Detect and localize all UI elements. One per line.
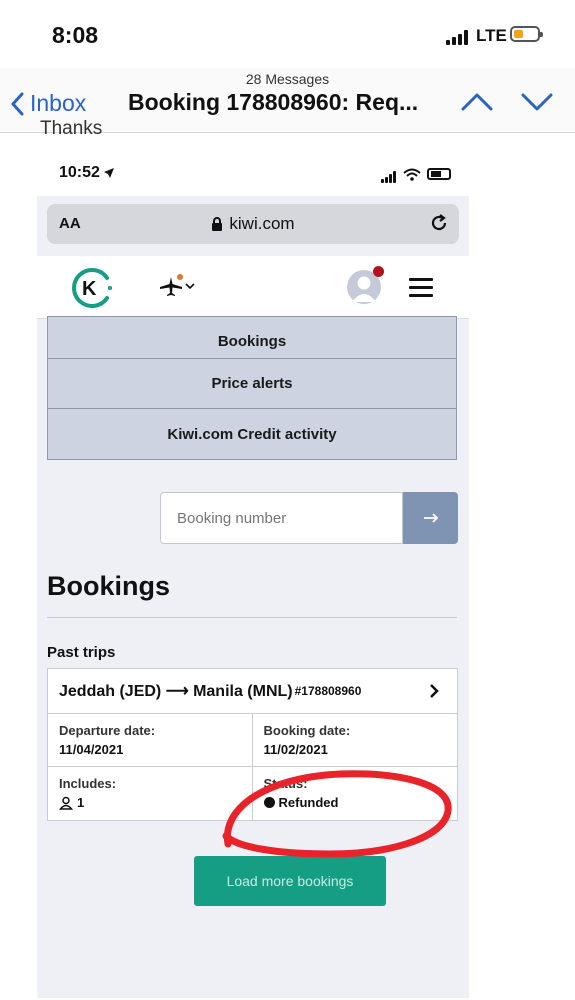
booking-number-input[interactable] <box>160 492 403 544</box>
travel-mode-selector[interactable] <box>159 274 195 296</box>
menu-credit-activity[interactable]: Kiwi.com Credit activity <box>47 408 457 460</box>
menu-price-alerts[interactable]: Price alerts <box>47 358 457 409</box>
inner-status-bar: 10:52 <box>37 146 469 196</box>
inner-signal-icon <box>381 165 397 183</box>
email-body-text: Thanks <box>40 118 103 136</box>
departure-date-value: 11/04/2021 <box>59 742 124 757</box>
status-time: 8:08 <box>52 22 99 48</box>
chevron-down-icon <box>185 283 195 289</box>
lock-icon <box>212 216 223 231</box>
reload-icon[interactable] <box>429 213 449 233</box>
annotation-circle <box>222 770 452 858</box>
inner-battery-icon <box>427 168 451 180</box>
browser-domain: kiwi.com <box>229 214 295 233</box>
location-arrow-icon <box>103 168 114 178</box>
search-submit-button[interactable] <box>403 492 458 544</box>
previous-message-button[interactable] <box>460 92 494 117</box>
section-title: Past trips <box>47 644 116 661</box>
chevron-left-icon <box>11 92 24 115</box>
hamburger-menu-icon[interactable] <box>409 278 433 302</box>
page-title: Bookings <box>47 571 171 601</box>
includes-value: 1 <box>77 795 85 810</box>
departure-date-cell: Departure date: 11/04/2021 <box>48 714 253 767</box>
chevron-down-icon <box>521 93 553 111</box>
network-label: LTE <box>476 26 507 45</box>
booking-date-cell: Booking date: 11/02/2021 <box>252 714 457 767</box>
signal-icon <box>446 29 472 45</box>
kiwi-logo[interactable]: K <box>69 266 113 310</box>
inbox-back-label: Inbox <box>30 90 87 116</box>
notification-badge <box>373 266 384 277</box>
booking-date-label: Booking date: <box>263 723 351 738</box>
mail-subject: Booking 178808960: Req... <box>128 89 419 115</box>
trip-route-row[interactable]: Jeddah (JED) ⟶ Manila (MNL) #178808960 <box>48 669 457 714</box>
departure-date-label: Departure date: <box>59 723 156 738</box>
notification-dot <box>177 274 183 280</box>
includes-label: Includes: <box>59 776 117 791</box>
embedded-screenshot: 10:52 AA kiwi.com K Bookings Price alert… <box>37 146 469 998</box>
battery-icon <box>510 26 543 42</box>
next-message-button[interactable] <box>520 92 554 117</box>
passenger-icon <box>59 796 73 810</box>
wifi-icon <box>403 168 421 181</box>
inner-status-time: 10:52 <box>59 164 100 181</box>
booking-date-value: 11/02/2021 <box>263 742 328 757</box>
chevron-up-icon <box>461 93 493 111</box>
divider <box>47 617 457 618</box>
trip-route: Jeddah (JED) ⟶ Manila (MNL) <box>59 683 293 700</box>
kiwi-logo-letter: K <box>82 278 97 300</box>
arrow-right-icon <box>423 513 438 523</box>
chevron-right-icon <box>430 684 439 698</box>
message-count: 28 Messages <box>245 71 330 87</box>
inbox-back-button[interactable]: Inbox <box>10 90 86 117</box>
browser-address-bar[interactable]: AA kiwi.com <box>47 204 459 244</box>
outer-status-bar: 8:08 LTE <box>0 0 575 70</box>
booking-reference: #178808960 <box>294 684 362 698</box>
kiwi-header: K <box>37 256 469 319</box>
